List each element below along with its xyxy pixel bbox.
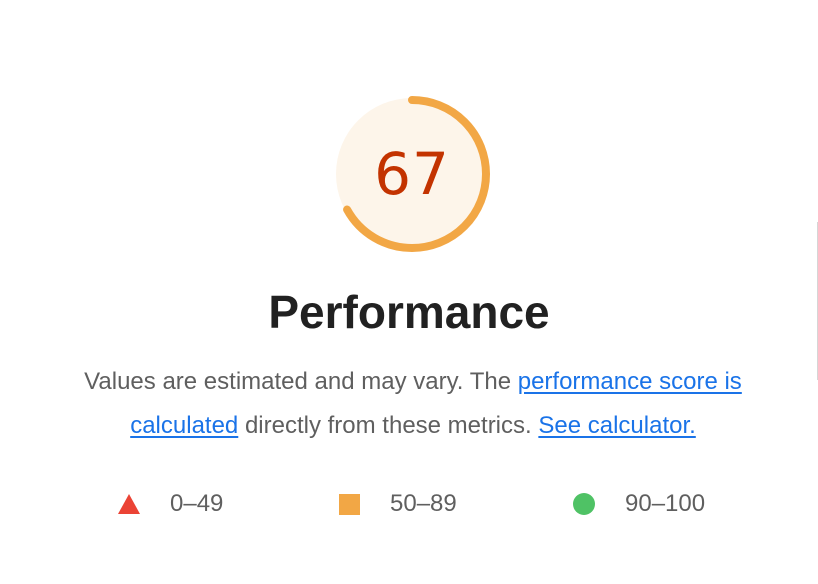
green-circle-icon [573,493,595,515]
description-text-before: Values are estimated and may vary. The [84,368,518,395]
score-scale-legend: 0–49 50–89 90–100 [0,486,818,522]
legend-label-fail: 0–49 [170,490,224,517]
legend-item-fail: 0–49 [118,486,223,522]
legend-item-average: 50–89 [339,486,457,522]
description-text-middle: directly from these metrics. [238,412,539,439]
legend-label-pass: 90–100 [625,490,706,517]
gauge-score-value: 67 [374,140,450,208]
category-title: Performance [268,286,550,338]
red-triangle-icon [118,494,140,514]
performance-score-gauge[interactable]: 67 [330,92,494,256]
see-calculator-link[interactable]: See calculator. [538,412,695,439]
legend-item-pass: 90–100 [573,486,705,522]
orange-square-icon [339,493,360,515]
legend-label-average: 50–89 [390,490,457,517]
score-description: Values are estimated and may vary. The p… [40,360,786,448]
